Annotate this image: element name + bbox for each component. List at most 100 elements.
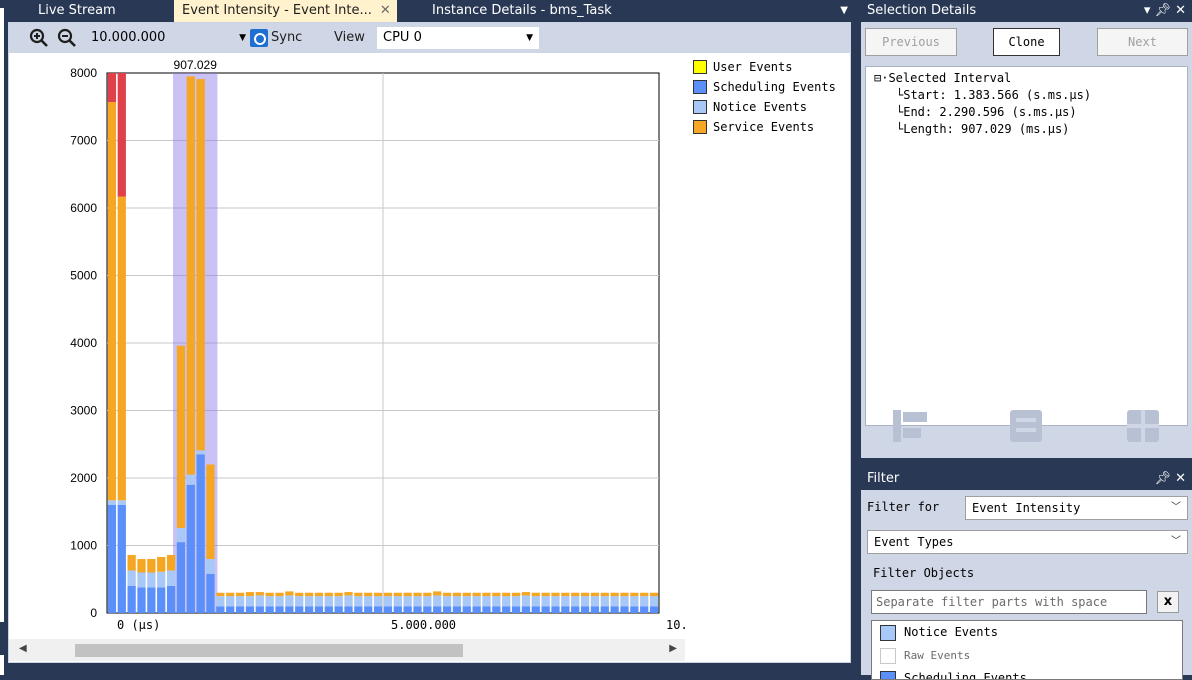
bar-segment [394,596,402,606]
sync-label: Sync [271,30,302,45]
tab-live-stream[interactable]: Live Stream [30,0,124,22]
filter-event-item[interactable]: Raw Events [872,644,1182,667]
zoom-in-icon[interactable] [29,28,49,48]
panel-pin-close-icons[interactable]: ▾ 📌︎ ✕ [1144,0,1186,22]
y-tick-label: 8000 [70,66,97,80]
bar-segment [177,542,185,613]
filter-input[interactable]: Separate filter parts with space [871,590,1147,614]
filter-event-item[interactable]: Notice Events [872,621,1182,644]
legend-swatch [693,60,707,74]
bar-segment [512,596,520,606]
filter-for-select[interactable]: Event Intensity﹀ [965,496,1188,520]
panel-pin-close-icons[interactable]: 📌︎ ✕ [1154,468,1186,490]
align-center-icon[interactable] [1006,406,1046,446]
bar-segment [128,555,136,571]
previous-button[interactable]: Previous [865,28,957,56]
bar-segment [364,596,372,606]
bar-segment [118,73,126,197]
chart-toolbar: 10.000.000 ▼ Sync View CPU 0 ▼ [9,23,850,53]
bar-segment [463,593,471,596]
zoom-level-combo[interactable]: 10.000.000 ▼ [91,28,246,48]
bar-segment [551,596,559,606]
bar-segment [108,102,116,500]
event-types-select[interactable]: Event Types﹀ [867,530,1188,554]
bar-segment [591,596,599,606]
bar-segment [305,593,313,596]
filter-event-item[interactable]: Scheduling Events [872,667,1182,680]
clone-button[interactable]: Clone [993,28,1060,56]
legend-label: User Events [713,59,792,75]
cpu-select[interactable]: CPU 0 ▼ [377,27,539,49]
bar-segment [137,587,145,613]
bar-segment [492,593,500,596]
bar-segment [532,606,540,613]
view-button[interactable]: View [334,27,365,49]
bar-segment [453,596,461,606]
tree-item-end[interactable]: └End: 2.290.596 (s.ms.µs) [896,105,1077,119]
event-intensity-chart[interactable]: 907.029 01000200030004000500060007000800… [9,53,689,639]
bar-segment [512,593,520,596]
scroll-left-icon[interactable]: ◀ [19,643,27,654]
bar-segment [147,573,155,588]
bar-segment [512,606,520,613]
bar-segment [581,596,589,606]
bar-segment [246,606,254,613]
scroll-right-icon[interactable]: ▶ [669,643,677,654]
sync-button[interactable]: Sync [250,27,302,49]
chevron-down-icon: ▼ [239,28,246,48]
next-button[interactable]: Next [1097,28,1188,56]
clear-filter-button[interactable]: x [1157,591,1179,613]
bar-segment [611,593,619,596]
y-tick-label: 5000 [70,269,97,283]
bar-segment [473,593,481,596]
panel-title: Selection Details [867,3,976,18]
bar-segment [187,76,195,474]
tab-instance-details[interactable]: Instance Details - bms_Task [424,0,620,22]
bar-segment [246,596,254,606]
chart-legend: User EventsScheduling EventsNotice Event… [693,59,836,139]
zoom-out-icon[interactable] [57,28,77,48]
bar-segment [108,500,116,505]
bar-segment [650,593,658,596]
align-left-icon[interactable] [891,406,931,446]
bar-segment [463,596,471,606]
bar-segment [650,606,658,613]
bar-segment [630,593,638,596]
document-tab-bar: Live Stream Event Intensity - Event Inte… [8,0,858,22]
legend-label: Scheduling Events [713,79,836,95]
x-tick-label: 10. [666,618,688,632]
bar-segment [256,595,264,606]
horizontal-scrollbar[interactable]: ◀ ▶ [9,639,685,661]
bar-segment [413,596,421,606]
bar-segment [492,606,500,613]
bar-segment [216,593,224,596]
bar-segment [561,596,569,606]
legend-item: Service Events [693,119,836,139]
filter-for-value: Event Intensity [972,501,1080,515]
cpu-select-value: CPU 0 [383,30,422,45]
bar-segment [275,593,283,596]
bar-segment [137,559,145,573]
tree-item-start[interactable]: └Start: 1.383.566 (s.ms.µs) [896,88,1091,102]
bar-segment [266,606,274,613]
event-intensity-document: 10.000.000 ▼ Sync View CPU 0 ▼ 907.029 0… [8,22,851,663]
y-tick-label: 4000 [70,336,97,350]
event-color-swatch [880,625,896,641]
bar-segment [522,606,530,613]
close-icon[interactable]: ✕ [380,3,391,18]
align-grid-icon[interactable] [1123,406,1163,446]
bar-segment [344,592,352,595]
bar-segment [423,596,431,606]
bar-segment [384,596,392,606]
tab-list-dropdown-icon[interactable]: ▼ [840,5,848,16]
bar-segment [118,197,126,501]
tab-event-intensity[interactable]: Event Intensity - Event Inte...✕ [174,0,397,22]
tree-root[interactable]: ⊟·Selected Interval [874,71,1011,85]
bar-segment [226,593,234,596]
bar-segment [285,606,293,613]
filter-event-list[interactable]: Notice EventsRaw EventsScheduling Events [871,620,1183,680]
tree-item-length[interactable]: └Length: 907.029 (ms.µs) [896,122,1069,136]
scrollbar-thumb[interactable] [75,644,463,657]
bar-segment [236,593,244,596]
bar-segment [167,570,175,586]
